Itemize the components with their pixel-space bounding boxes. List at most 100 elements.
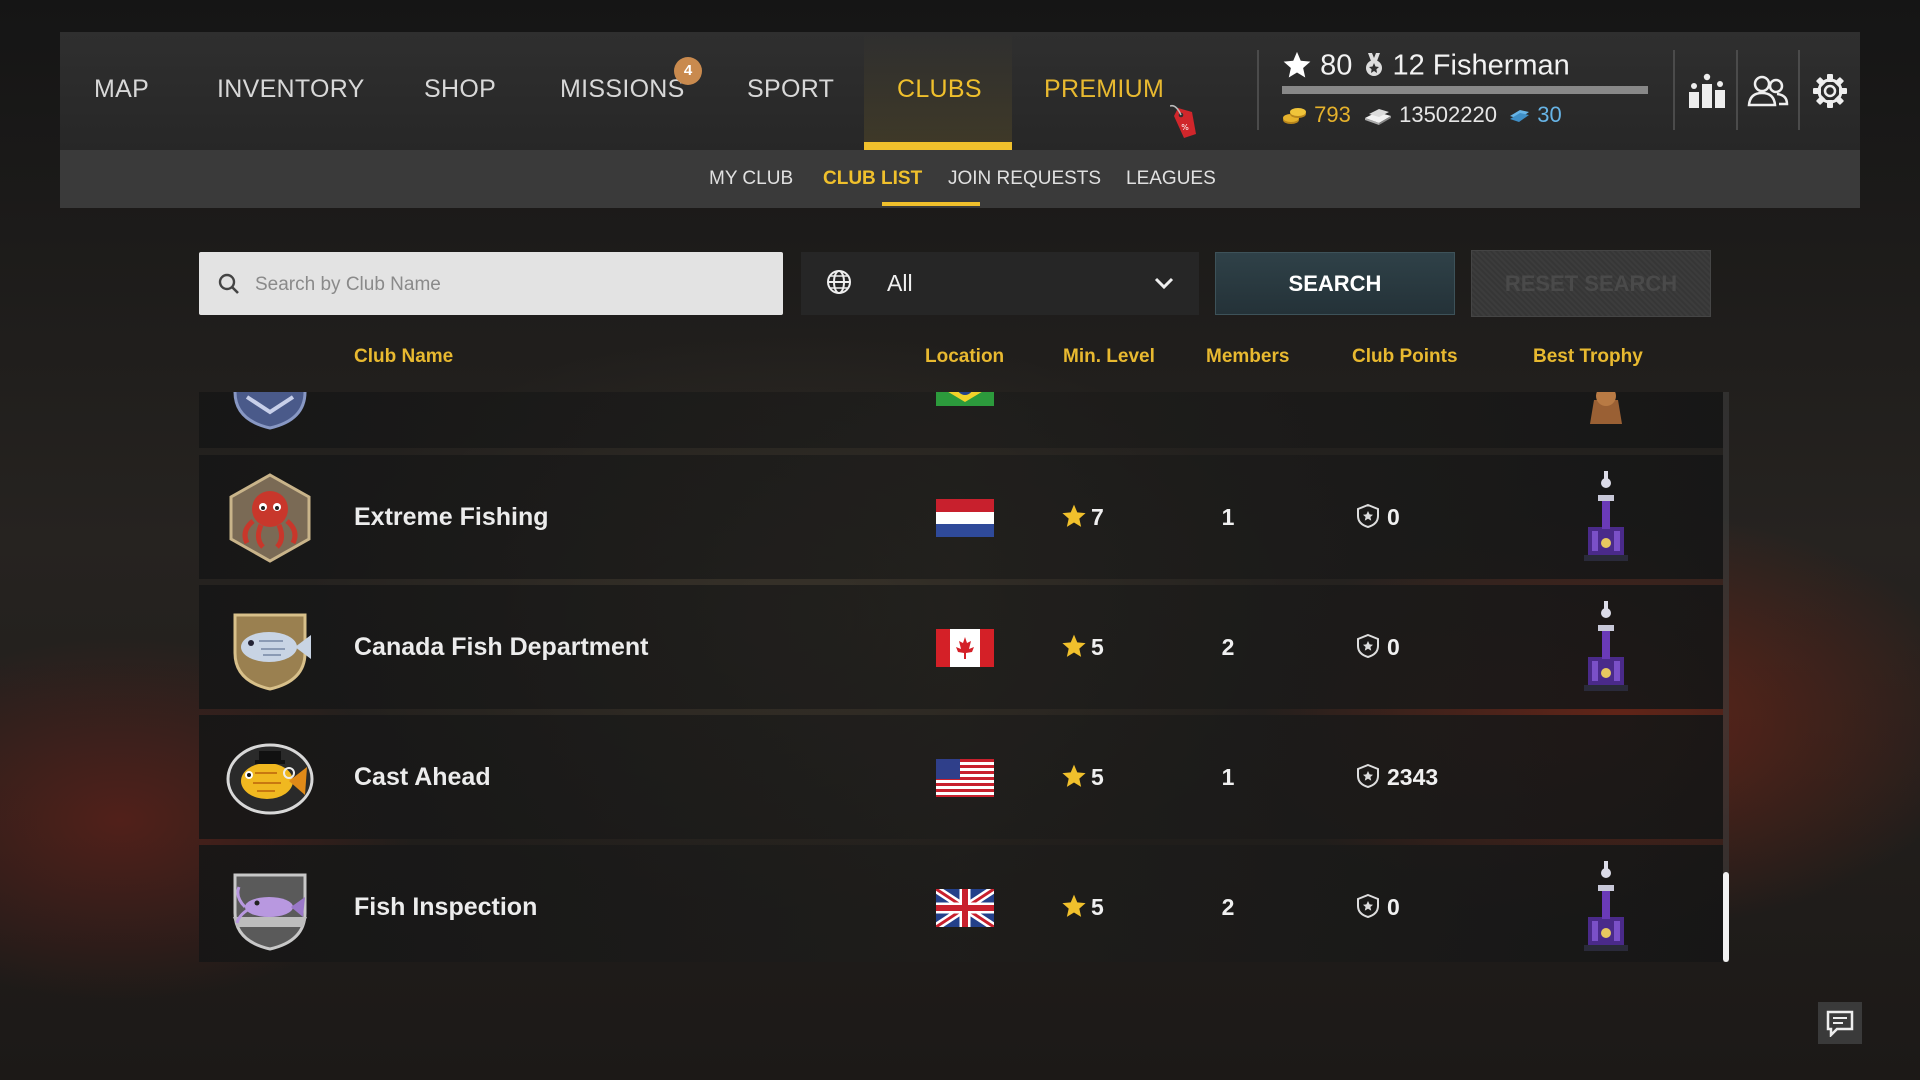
tab-missions[interactable]: MISSIONS	[560, 32, 685, 150]
tab-premium[interactable]: PREMIUM	[1044, 32, 1164, 150]
members-count: 1	[1221, 504, 1235, 530]
location-filter-select[interactable]: All	[801, 252, 1199, 315]
xp-progress-fill	[1282, 86, 1648, 94]
location-filter-value: All	[887, 270, 913, 296]
svg-text:%: %	[1181, 123, 1189, 132]
club-points-value: 2343	[1387, 764, 1439, 790]
club-points-value: 0	[1387, 634, 1400, 660]
leaderboard-button[interactable]	[1682, 66, 1732, 116]
purple-catfish-emblem-icon	[233, 873, 307, 951]
club-points-shield-icon	[1357, 893, 1379, 918]
club-name: Canada Fish Department	[354, 633, 649, 661]
tab-clubs[interactable]: CLUBS	[897, 32, 982, 150]
column-header-club-name[interactable]: Club Name	[354, 346, 453, 368]
min-level-value: 5	[1091, 634, 1104, 660]
table-row[interactable]: Cast Ahead 5 1 2343	[199, 715, 1723, 839]
level-star-icon	[1062, 634, 1086, 657]
level-star-icon	[1062, 764, 1086, 787]
xp-progress-bar	[1282, 86, 1648, 94]
active-tab-underline	[864, 142, 1012, 150]
club-points: 0	[1357, 845, 1400, 962]
flag-uk-icon	[936, 889, 994, 927]
table-row[interactable]: Canada Fish Department 5 2 0	[199, 585, 1723, 709]
column-header-club-points[interactable]: Club Points	[1352, 346, 1458, 368]
subtab-join-requests[interactable]: JOIN REQUESTS	[948, 150, 1101, 208]
club-points: 0	[1357, 585, 1400, 709]
subtab-club-list[interactable]: CLUB LIST	[823, 150, 922, 208]
search-icon	[218, 273, 239, 294]
club-points: 2343	[1357, 715, 1438, 839]
min-level-value: 5	[1091, 894, 1104, 920]
subtab-my-club[interactable]: MY CLUB	[709, 150, 793, 208]
gold-fish-emblem-icon	[226, 743, 314, 815]
settings-button[interactable]	[1805, 66, 1855, 116]
table-row[interactable]: Extreme Fishing 7 1 0	[199, 455, 1723, 579]
friends-button[interactable]	[1743, 66, 1793, 116]
search-button[interactable]: SEARCH	[1215, 252, 1455, 315]
column-header-best-trophy[interactable]: Best Trophy	[1533, 346, 1643, 368]
red-octopus-emblem-icon	[229, 473, 311, 563]
level-star-icon	[1062, 894, 1086, 917]
club-search-input[interactable]	[253, 252, 777, 317]
club-points-shield-icon	[1357, 763, 1379, 788]
flag-canada-icon	[936, 629, 994, 667]
chat-button[interactable]	[1818, 1002, 1862, 1044]
globe-icon	[827, 270, 851, 294]
reset-search-button[interactable]: RESET SEARCH	[1471, 250, 1711, 317]
club-points-shield-icon	[1357, 503, 1379, 528]
blue-shield-emblem-icon	[233, 392, 307, 430]
top-navbar: MAP INVENTORY SHOP MISSIONS 4 SPORT CLUB…	[60, 32, 1860, 150]
club-points: 0	[1357, 455, 1400, 579]
level-star-icon	[1062, 504, 1086, 527]
nav-divider	[1736, 50, 1738, 130]
purple-trophy-icon	[1584, 861, 1628, 951]
clubs-subnav: MY CLUB CLUB LIST JOIN REQUESTS LEAGUES	[60, 150, 1860, 208]
friends-icon	[1747, 75, 1789, 107]
bronze-trophy-icon	[1590, 392, 1622, 424]
sale-tag-icon: %	[1170, 104, 1196, 138]
column-header-min-level[interactable]: Min. Level	[1063, 346, 1155, 368]
min-level: 5	[1061, 715, 1104, 839]
silver-fish-emblem-icon	[233, 613, 311, 691]
club-name: Extreme Fishing	[354, 503, 549, 531]
settings-gear-icon	[1813, 74, 1847, 108]
tab-map[interactable]: MAP	[94, 32, 149, 150]
baitcoins-amount: 30	[1537, 102, 1562, 127]
list-scrollbar-thumb[interactable]	[1723, 872, 1729, 962]
club-name: Cast Ahead	[354, 763, 491, 791]
club-name: Fish Inspection	[354, 893, 538, 921]
column-header-location[interactable]: Location	[925, 346, 1004, 368]
subtab-leagues[interactable]: LEAGUES	[1126, 150, 1216, 208]
members-count: 2	[1221, 894, 1235, 920]
tab-shop[interactable]: SHOP	[424, 32, 496, 150]
silver-bars-icon	[1364, 109, 1391, 126]
level-medal-icon	[1366, 53, 1383, 77]
player-rank: 80	[1320, 49, 1353, 82]
club-points-value: 0	[1387, 504, 1400, 530]
club-points-shield-icon	[1357, 633, 1379, 658]
purple-trophy-icon	[1584, 601, 1628, 691]
min-level: 5	[1061, 585, 1104, 709]
player-title: Fisherman	[1432, 49, 1570, 82]
baitcoins-icon	[1510, 110, 1530, 123]
min-level: 7	[1061, 455, 1104, 579]
table-row[interactable]	[199, 392, 1723, 448]
min-level-value: 5	[1091, 764, 1104, 790]
min-level-value: 7	[1091, 504, 1104, 530]
club-search-box	[199, 252, 783, 317]
club-points-value: 0	[1387, 894, 1400, 920]
missions-count-badge: 4	[674, 57, 702, 85]
player-status: 80 12 Fisherman 793 13502220 30	[1282, 46, 1662, 130]
flag-brazil-icon	[936, 392, 994, 406]
player-level: 12	[1392, 49, 1425, 82]
flag-netherlands-icon	[936, 499, 994, 537]
tab-inventory[interactable]: INVENTORY	[217, 32, 365, 150]
members-count: 2	[1221, 634, 1235, 660]
chevron-down-icon	[1154, 277, 1174, 290]
nav-divider	[1257, 50, 1259, 130]
table-row[interactable]: Fish Inspection 5 2 0	[199, 845, 1723, 962]
tab-sport[interactable]: SPORT	[747, 32, 834, 150]
club-list: Extreme Fishing 7 1 0 Canada Fish Depart…	[199, 392, 1723, 962]
column-header-members[interactable]: Members	[1206, 346, 1289, 368]
purple-trophy-icon	[1584, 471, 1628, 561]
